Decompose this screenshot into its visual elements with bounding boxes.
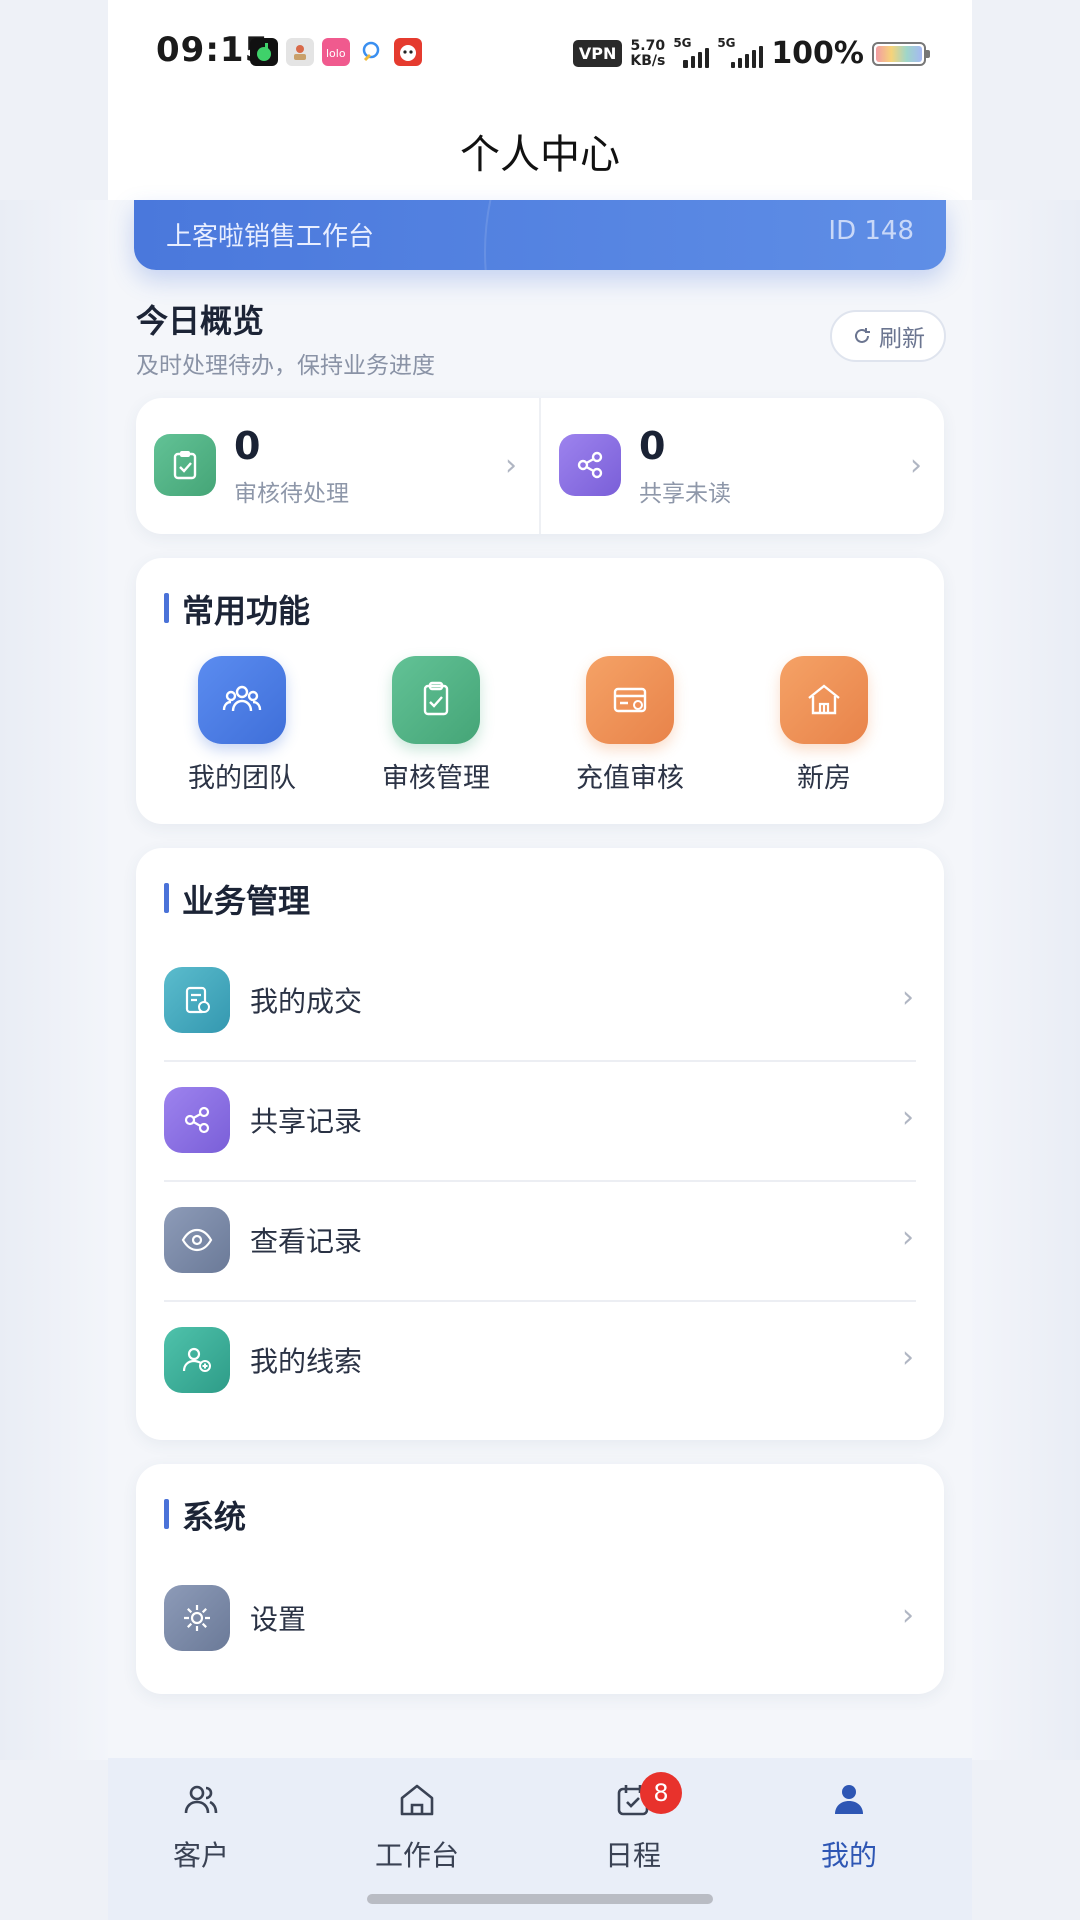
signal-label: 5G — [673, 35, 692, 50]
mascot-app-icon — [394, 38, 422, 66]
function-label: 充值审核 — [576, 763, 684, 794]
refresh-button[interactable]: 刷新 — [830, 310, 946, 362]
status-indicators: VPN 5.70 KB/s 5G 5G 100% — [572, 36, 930, 71]
user-id: ID 148 — [828, 216, 914, 246]
section-title: 系统 — [164, 1492, 246, 1538]
function-label: 我的团队 — [188, 763, 296, 794]
overview-subtitle: 及时处理待办，保持业务进度 — [136, 353, 435, 379]
svg-text:lolo: lolo — [326, 47, 346, 60]
tab-workbench[interactable]: 工作台 — [342, 1778, 492, 1874]
chevron-right-icon: › — [902, 980, 914, 1015]
chevron-right-icon: › — [902, 1100, 914, 1135]
tab-customers[interactable]: 客户 — [126, 1778, 276, 1874]
list-item-share-records[interactable]: 共享记录 › — [136, 1060, 944, 1180]
background-left — [0, 200, 110, 1760]
tab-label: 客户 — [172, 1839, 229, 1872]
share-icon — [164, 1087, 230, 1153]
refresh-icon — [855, 328, 870, 343]
stat-pending-review[interactable]: 0 审核待处理 › — [136, 398, 539, 534]
function-grid: 我的团队 审核管理 充值审核 新房 — [136, 656, 944, 795]
system-card: 系统 设置 › — [136, 1464, 944, 1694]
signal-icon-2: 5G — [717, 36, 764, 68]
home-indicator[interactable] — [367, 1894, 713, 1904]
tab-label: 我的 — [820, 1839, 877, 1872]
list-item-settings[interactable]: 设置 › — [136, 1558, 944, 1678]
network-speed: 5.70 KB/s — [630, 37, 666, 69]
tab-schedule[interactable]: 8 日程 — [558, 1772, 708, 1874]
list-item-label: 我的成交 — [250, 985, 363, 1018]
team-icon — [198, 656, 286, 744]
clipboard-check-icon — [154, 434, 216, 496]
home-icon — [395, 1778, 439, 1822]
notification-icons: lolo — [250, 38, 422, 66]
app-screen: 09:15 lolo VPN 5.70 KB/s 5G 5G 100% 个人中心… — [108, 0, 972, 1920]
tab-label: 工作台 — [374, 1839, 459, 1872]
function-label: 审核管理 — [382, 763, 490, 794]
notification-badge: 8 — [640, 1772, 682, 1814]
function-recharge-review[interactable]: 充值审核 — [534, 656, 726, 795]
stats-card: 0 审核待处理 › 0 共享未读 › — [136, 398, 944, 534]
share-icon — [559, 434, 621, 496]
chevron-right-icon: › — [505, 448, 517, 483]
function-my-team[interactable]: 我的团队 — [146, 656, 338, 795]
stat-label: 审核待处理 — [234, 481, 349, 507]
video-app-icon: lolo — [322, 38, 350, 66]
card-icon — [586, 656, 674, 744]
background-right — [970, 200, 1080, 1760]
function-review-management[interactable]: 审核管理 — [340, 656, 532, 795]
workspace-name: 上客啦销售工作台 — [166, 222, 375, 252]
list-item-my-leads[interactable]: 我的线索 › — [136, 1300, 944, 1420]
house-icon — [780, 656, 868, 744]
gear-icon — [164, 1585, 230, 1651]
stat-value: 0 — [639, 424, 666, 468]
refresh-label: 刷新 — [879, 326, 925, 352]
function-new-house[interactable]: 新房 — [728, 656, 920, 795]
list-item-label: 我的线索 — [250, 1345, 363, 1378]
overview-title: 今日概览 — [136, 302, 265, 340]
user-add-icon — [164, 1327, 230, 1393]
music-app-icon — [250, 38, 278, 66]
battery-icon — [872, 41, 930, 66]
tab-label: 日程 — [604, 1839, 661, 1872]
list-item-label: 共享记录 — [250, 1105, 363, 1138]
list-item-view-records[interactable]: 查看记录 › — [136, 1180, 944, 1300]
list-item-my-deals[interactable]: 我的成交 › — [136, 940, 944, 1060]
chevron-right-icon: › — [910, 448, 922, 483]
nav-header: 个人中心 — [108, 100, 972, 200]
chevron-right-icon: › — [902, 1220, 914, 1255]
battery-percent: 100% — [771, 36, 864, 71]
list-item-label: 查看记录 — [250, 1225, 363, 1258]
chat-app-icon — [358, 38, 386, 66]
vpn-badge: VPN — [572, 40, 623, 67]
section-title: 常用功能 — [164, 586, 310, 632]
profile-banner[interactable]: 上客啦销售工作台 ID 148 — [134, 200, 946, 270]
network-speed-value: 5.70 — [630, 37, 666, 54]
network-speed-unit: KB/s — [630, 52, 666, 69]
section-title: 业务管理 — [164, 876, 310, 922]
common-functions-card: 常用功能 我的团队 审核管理 充值审核 新房 — [136, 558, 944, 824]
list-item-label: 设置 — [250, 1603, 307, 1636]
stat-label: 共享未读 — [639, 481, 731, 507]
status-bar: 09:15 lolo VPN 5.70 KB/s 5G 5G 100% — [108, 0, 972, 100]
business-management-card: 业务管理 我的成交 › 共享记录 › 查看记录 › 我的线索 › — [136, 848, 944, 1440]
signal-label-2: 5G — [717, 35, 736, 50]
clipboard-check-icon — [392, 656, 480, 744]
chevron-right-icon: › — [902, 1340, 914, 1375]
tab-mine[interactable]: 我的 — [774, 1778, 924, 1874]
function-label: 新房 — [797, 763, 851, 794]
eye-icon — [164, 1207, 230, 1273]
document-icon — [164, 967, 230, 1033]
stat-shared-unread[interactable]: 0 共享未读 › — [539, 398, 944, 534]
app-notification-icon — [286, 38, 314, 66]
signal-icon: 5G — [673, 36, 710, 68]
stat-value: 0 — [234, 424, 261, 468]
chevron-right-icon: › — [902, 1598, 914, 1633]
customers-icon — [179, 1778, 223, 1822]
person-icon — [827, 1778, 871, 1822]
page-title: 个人中心 — [460, 132, 620, 178]
